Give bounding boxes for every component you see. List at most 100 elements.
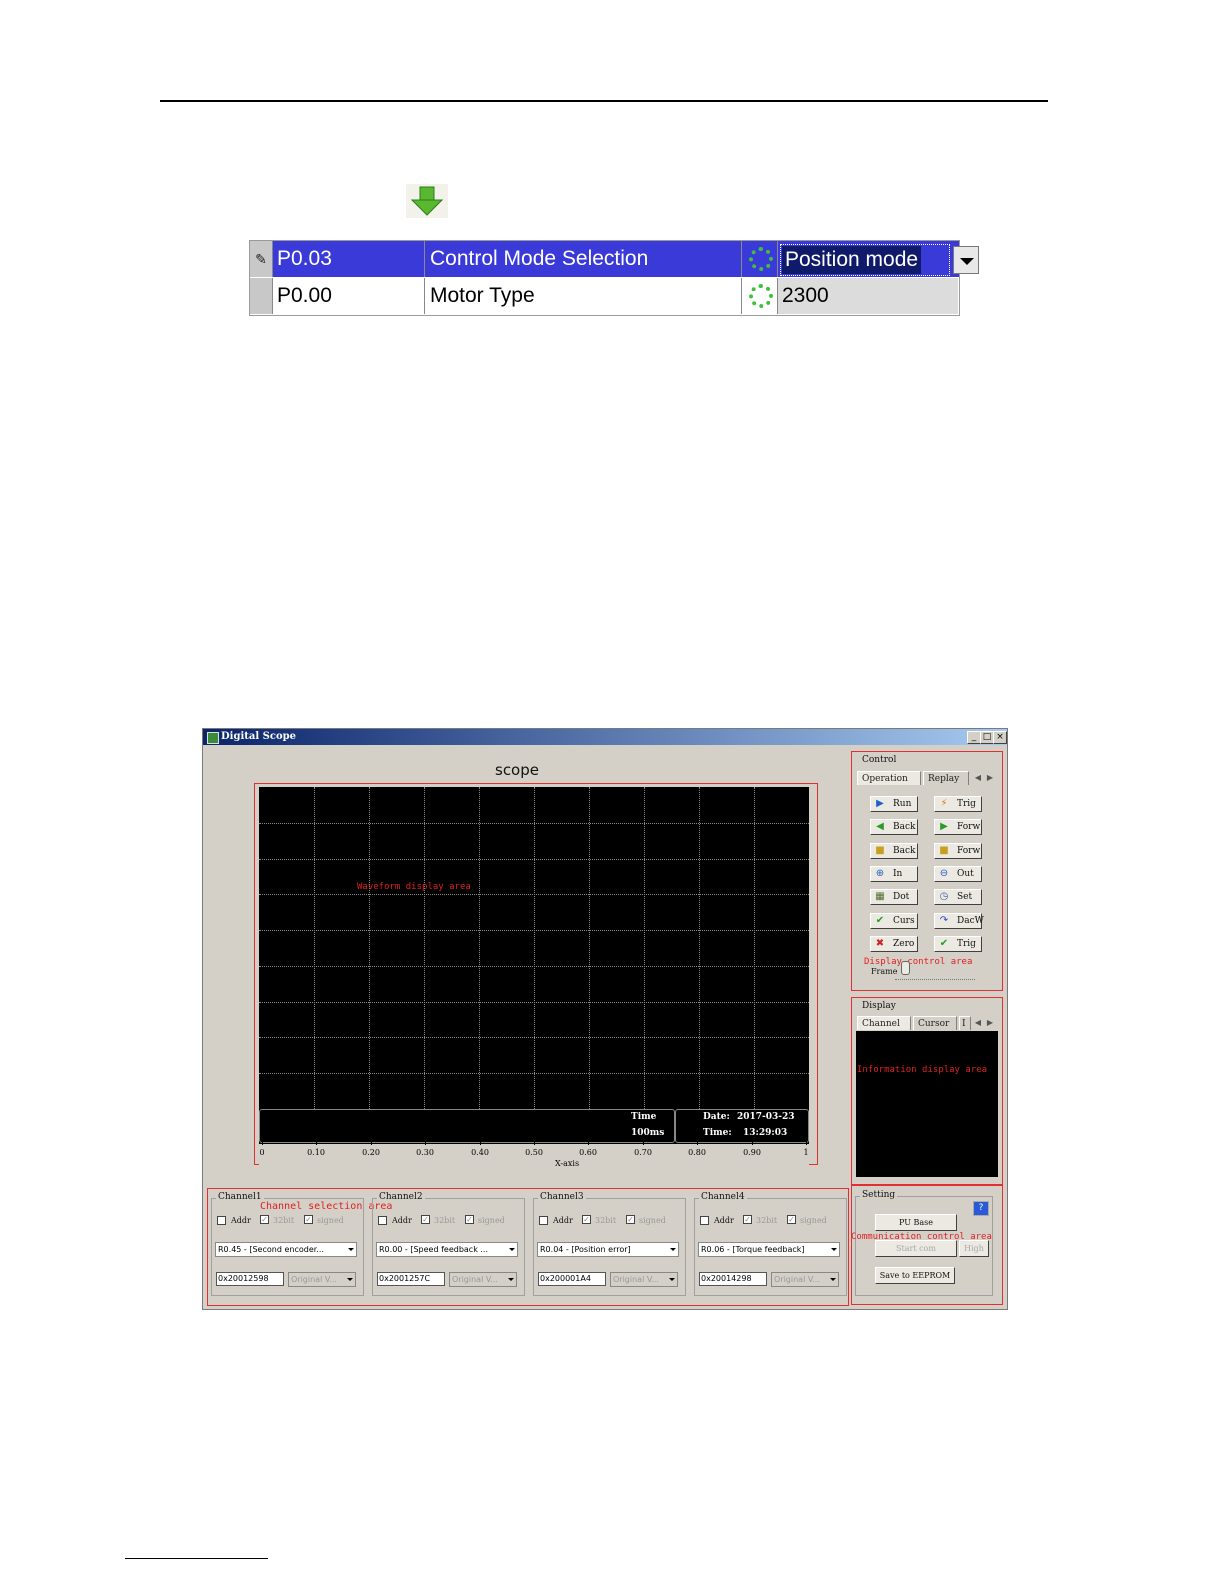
tab-cursor[interactable]: Cursor [913, 1016, 957, 1030]
x-tick-mark [262, 1139, 263, 1145]
app-icon [207, 732, 219, 744]
tab-channel[interactable]: Channel [857, 1016, 911, 1030]
start-com-button[interactable]: Start com [875, 1240, 957, 1257]
information-panel: Information display area [856, 1031, 998, 1177]
setting-title: Setting [860, 1190, 898, 1200]
forw-button[interactable]: ▶ Forw [934, 819, 982, 836]
param-value: Position mode [782, 246, 922, 274]
x-tick-label: 0.40 [471, 1148, 489, 1157]
set-button[interactable]: ◷ Set [934, 889, 982, 906]
in-button[interactable]: ⊕ In [870, 865, 918, 882]
run-button[interactable]: ▶ Run [870, 796, 918, 812]
channel-format-select[interactable]: Original V... [449, 1272, 517, 1287]
clock-icon: ◷ [939, 891, 949, 903]
channel-address-field[interactable]: 0x20014298 [699, 1272, 767, 1286]
save-to-eeprom-button[interactable]: Save to EEPROM [875, 1267, 955, 1284]
parameter-row[interactable]: ✎ P0.03 Control Mode Selection Position … [250, 241, 979, 277]
check-icon: ✔ [939, 937, 949, 949]
high-button[interactable]: High [959, 1240, 989, 1257]
chevron-right-icon[interactable]: ▶ [985, 771, 995, 785]
forw-button[interactable]: ■ Forw [934, 842, 982, 859]
waveform-plot[interactable]: Waveform display area [259, 787, 809, 1109]
signed-checkbox[interactable]: ✓ [304, 1215, 313, 1224]
button-label: DacW [957, 915, 984, 926]
channel-format-select[interactable]: Original V... [610, 1272, 678, 1287]
grid-line-horizontal [259, 1073, 809, 1074]
chevron-left-icon[interactable]: ◀ [973, 1016, 983, 1030]
addr-checkbox[interactable] [217, 1216, 226, 1225]
channel-param-select[interactable]: R0.04 - [Position error] [537, 1242, 679, 1257]
channel-param-select[interactable]: R0.06 - [Torque feedback] [698, 1242, 840, 1257]
download-arrow-icon [406, 184, 448, 218]
channel-address-field[interactable]: 0x2001257C [377, 1272, 445, 1286]
maximize-icon[interactable]: □ [980, 731, 994, 744]
pu-base-button[interactable]: PU Base [875, 1214, 957, 1231]
param-code: P0.03 [273, 241, 425, 277]
channel-format-select[interactable]: Original V... [288, 1272, 356, 1287]
button-label: Set [957, 892, 973, 903]
32bit-checkbox[interactable]: ✓ [582, 1215, 591, 1224]
parameter-table: ✎ P0.03 Control Mode Selection Position … [249, 240, 979, 316]
dot-grid-icon: ▦ [875, 891, 885, 903]
clock-value: 13:29:03 [743, 1128, 788, 1138]
channel-param-select[interactable]: R0.45 - [Second encoder... [215, 1242, 357, 1257]
play-icon: ▶ [876, 798, 884, 809]
minimize-icon[interactable]: _ [967, 731, 981, 744]
channel-param-select[interactable]: R0.00 - [Speed feedback ... [376, 1242, 518, 1257]
curs-button[interactable]: ✔ Curs [870, 912, 918, 929]
back-button[interactable]: ◀ Back [870, 819, 918, 836]
close-icon[interactable]: × [993, 731, 1007, 744]
grid-line-vertical [754, 787, 755, 1109]
addr-checkbox[interactable] [378, 1216, 387, 1225]
trig-button[interactable]: ✔ Trig [934, 935, 982, 952]
frame-slider-track [895, 979, 975, 980]
addr-checkbox[interactable] [539, 1216, 548, 1225]
signed-checkbox[interactable]: ✓ [787, 1215, 796, 1224]
channel-address-field[interactable]: 0x20012598 [216, 1272, 284, 1286]
zero-button[interactable]: ✖ Zero [870, 935, 918, 952]
channel-param-value: R0.00 - [Speed feedback ... [379, 1245, 489, 1254]
channel-address-field[interactable]: 0x200001A4 [538, 1272, 606, 1286]
grid-line-vertical [369, 787, 370, 1109]
back-button[interactable]: ■ Back [870, 842, 918, 859]
chevron-down-icon [508, 1278, 514, 1281]
scope-title: scope [495, 761, 539, 779]
date-value: 2017-03-23 [737, 1112, 795, 1122]
button-label: Back [893, 822, 916, 833]
dacw-button[interactable]: ↷ DacW [934, 912, 984, 929]
chevron-down-icon[interactable] [953, 246, 979, 274]
tab-operation[interactable]: Operation [857, 771, 921, 785]
param-name: Motor Type [426, 278, 742, 314]
param-value-select[interactable]: Position mode [780, 244, 979, 276]
chevron-down-icon [509, 1248, 515, 1251]
title-bar: Digital Scope _ □ × [203, 729, 1007, 745]
chevron-right-icon[interactable]: ▶ [985, 1016, 995, 1030]
param-value[interactable]: 2300 [778, 278, 958, 314]
32bit-checkbox[interactable]: ✓ [260, 1215, 269, 1224]
x-axis-label: X-axis [555, 1159, 580, 1168]
x-tick-label: 0 [259, 1148, 265, 1157]
grid-line-vertical [314, 787, 315, 1109]
addr-checkbox[interactable] [700, 1216, 709, 1225]
chevron-down-icon [347, 1278, 353, 1281]
chevron-down-icon [348, 1248, 354, 1251]
32bit-checkbox[interactable]: ✓ [743, 1215, 752, 1224]
header-rule [160, 100, 1048, 102]
tab-replay[interactable]: Replay [923, 771, 969, 785]
trig-button[interactable]: ⚡ Trig [934, 796, 982, 812]
parameter-row[interactable]: P0.00 Motor Type 2300 [250, 278, 959, 314]
grid-line-vertical [589, 787, 590, 1109]
32bit-checkbox[interactable]: ✓ [421, 1215, 430, 1224]
dot-button[interactable]: ▦ Dot [870, 889, 918, 906]
tab-more[interactable]: I [959, 1016, 971, 1030]
help-icon[interactable]: ? [973, 1201, 989, 1216]
frame-slider-thumb[interactable] [901, 961, 910, 975]
clock-label: Time: [703, 1128, 732, 1138]
signed-checkbox[interactable]: ✓ [626, 1215, 635, 1224]
x-tick-label: 0.90 [743, 1148, 761, 1157]
32bit-label: 32bit [434, 1216, 456, 1225]
signed-checkbox[interactable]: ✓ [465, 1215, 474, 1224]
channel-format-select[interactable]: Original V... [771, 1272, 839, 1287]
out-button[interactable]: ⊖ Out [934, 865, 982, 882]
chevron-left-icon[interactable]: ◀ [973, 771, 983, 785]
